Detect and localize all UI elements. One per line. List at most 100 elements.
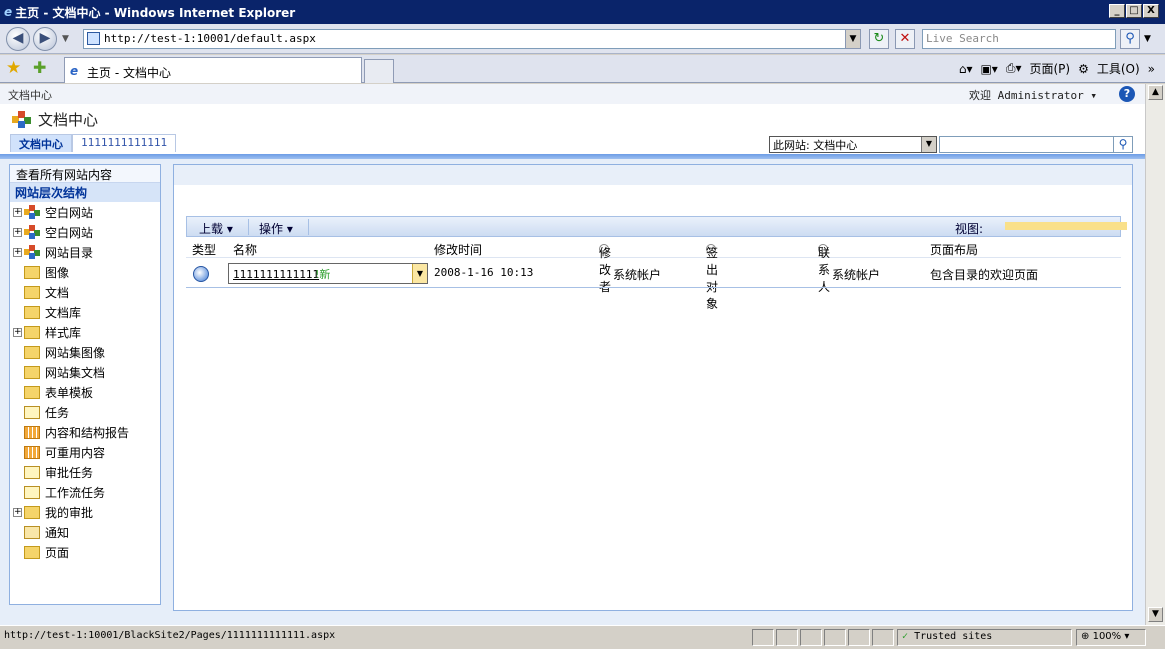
print-icon[interactable]: ⎙▾: [1006, 61, 1022, 76]
expand-icon[interactable]: +: [13, 208, 22, 217]
refresh-button[interactable]: ↻: [869, 29, 889, 49]
nav-item[interactable]: 任务: [10, 402, 160, 422]
welcome-menu[interactable]: 欢迎 Administrator ▾: [969, 87, 1097, 103]
nav-item-label: 工作流任务: [45, 485, 106, 500]
nav-item-label: 页面: [45, 545, 70, 560]
view-selector[interactable]: [1005, 222, 1127, 230]
nav-item[interactable]: 页面: [10, 542, 160, 562]
zoom-control[interactable]: ⊕ 100% ▾: [1076, 629, 1146, 646]
back-arrow-icon: ◀: [12, 30, 24, 46]
item-name-menu[interactable]: 1111111111111 !新 ▼: [228, 263, 428, 284]
nav-item[interactable]: + 空白网站: [10, 222, 160, 242]
zoom-icon: ⊕: [1081, 631, 1090, 642]
maximize-button[interactable]: □: [1126, 4, 1142, 18]
expand-icon[interactable]: +: [13, 508, 22, 517]
address-dropdown-button[interactable]: ▼: [845, 29, 861, 49]
page-menu[interactable]: 页面(P): [1029, 60, 1070, 77]
favorites-star-icon[interactable]: ★: [6, 58, 21, 78]
site-search-input[interactable]: [939, 136, 1115, 153]
nav-item[interactable]: 可重用内容: [10, 442, 160, 462]
nav-item-label: 表单模板: [45, 385, 94, 400]
nav-item-label: 我的审批: [45, 505, 94, 520]
back-button[interactable]: ◀: [6, 27, 30, 51]
window-title: 主页 - 文档中心 - Windows Internet Explorer: [15, 5, 296, 20]
vertical-scrollbar[interactable]: ▲ ▼: [1145, 84, 1165, 625]
history-dropdown-icon[interactable]: ▼: [62, 34, 69, 44]
nav-item[interactable]: 内容和结构报告: [10, 422, 160, 442]
home-icon[interactable]: ⌂▾: [959, 62, 973, 76]
nav-item[interactable]: 网站集图像: [10, 342, 160, 362]
nav-item-label: 空白网站: [45, 225, 94, 240]
status-pane: [848, 629, 870, 646]
nav-item-label: 空白网站: [45, 205, 94, 220]
nav-item[interactable]: 工作流任务: [10, 482, 160, 502]
tools-menu[interactable]: 工具(O): [1097, 60, 1140, 77]
site-hierarchy-heading: 网站层次结构: [10, 183, 160, 202]
minimize-button[interactable]: _: [1109, 4, 1125, 18]
view-all-site-content-link[interactable]: 查看所有网站内容: [10, 165, 160, 183]
security-zone[interactable]: ✓ Trusted sites: [897, 629, 1072, 646]
status-pane: [824, 629, 846, 646]
nav-item[interactable]: 图像: [10, 262, 160, 282]
expand-icon[interactable]: +: [13, 228, 22, 237]
nav-item[interactable]: + 空白网站: [10, 202, 160, 222]
nav-item-label: 图像: [45, 265, 70, 280]
more-commands-icon[interactable]: »: [1148, 62, 1155, 76]
site-title[interactable]: 文档中心: [38, 109, 98, 130]
nav-item[interactable]: 表单模板: [10, 382, 160, 402]
scroll-down-button[interactable]: ▼: [1148, 607, 1163, 622]
add-favorite-icon[interactable]: ✚: [33, 58, 46, 77]
site-title-block: 文档中心: [12, 109, 98, 130]
expand-icon[interactable]: +: [13, 328, 22, 337]
nav-item[interactable]: + 样式库: [10, 322, 160, 342]
item-contact[interactable]: 系统帐户: [832, 266, 880, 283]
new-item-badge: !新: [315, 268, 331, 281]
chevron-down-icon[interactable]: ▼: [412, 264, 427, 283]
stop-icon: ✕: [899, 31, 911, 46]
nav-item-label: 网站目录: [45, 245, 94, 260]
breadcrumb[interactable]: 文档中心: [8, 89, 52, 102]
new-tab-button[interactable]: [364, 59, 394, 83]
stop-button[interactable]: ✕: [895, 29, 915, 49]
search-options-icon[interactable]: ▼: [1144, 34, 1151, 44]
nav-item[interactable]: + 网站目录: [10, 242, 160, 262]
browser-tab[interactable]: e 主页 - 文档中心: [64, 57, 362, 83]
nav-item[interactable]: 文档库: [10, 302, 160, 322]
nav-item[interactable]: 审批任务: [10, 462, 160, 482]
help-icon[interactable]: ?: [1119, 86, 1135, 102]
nav-item-label: 任务: [45, 405, 70, 420]
window-titlebar[interactable]: e 主页 - 文档中心 - Windows Internet Explorer …: [0, 0, 1165, 24]
actions-menu[interactable]: 操作 ▾: [259, 220, 293, 237]
tab-document-center[interactable]: 文档中心: [10, 134, 72, 152]
nav-item[interactable]: 文档: [10, 282, 160, 302]
table-row: 1111111111111 !新 ▼ 2008-1-16 10:13 系统帐户 …: [186, 260, 1121, 288]
site-hierarchy-tree: + 空白网站 + 空白网站 + 网站目录图像文档 文档库 + 样式库 网站集图像网站集文档表单模板…: [10, 202, 160, 562]
tab-1111111111111[interactable]: 1111111111111: [72, 134, 177, 152]
forward-button[interactable]: ▶: [33, 27, 57, 51]
nav-item[interactable]: + 我的审批: [10, 502, 160, 522]
column-type[interactable]: 类型: [192, 241, 216, 258]
address-input[interactable]: http://test-1:10001/default.aspx: [83, 29, 861, 49]
expand-icon[interactable]: +: [13, 248, 22, 257]
column-modified[interactable]: 修改时间: [434, 241, 482, 258]
nav-item-label: 网站集文档: [45, 365, 106, 380]
site-search-button[interactable]: ⚲: [1113, 136, 1133, 153]
security-zone-label: Trusted sites: [914, 631, 993, 642]
folder-icon: [24, 505, 40, 519]
nav-item[interactable]: 通知: [10, 522, 160, 542]
search-scope-select[interactable]: 此网站: 文档中心 ▼: [769, 136, 937, 153]
column-name[interactable]: 名称: [233, 241, 257, 258]
column-page-layout[interactable]: 页面布局: [930, 241, 978, 258]
command-bar: ⌂▾ ▣▾ ⎙▾ 页面(P) ⚙ 工具(O) »: [959, 60, 1155, 77]
feeds-icon[interactable]: ▣▾: [980, 62, 997, 76]
notice-icon: [24, 525, 40, 539]
upload-menu[interactable]: 上载 ▾: [199, 220, 233, 237]
item-modified-by[interactable]: 系统帐户: [613, 266, 661, 283]
live-search-input[interactable]: Live Search: [922, 29, 1116, 49]
scroll-up-button[interactable]: ▲: [1148, 85, 1163, 100]
close-window-button[interactable]: X: [1143, 4, 1159, 18]
nav-item-label: 通知: [45, 525, 70, 540]
item-name-link[interactable]: 1111111111111: [233, 268, 319, 281]
live-search-button[interactable]: ⚲: [1120, 29, 1140, 49]
nav-item[interactable]: 网站集文档: [10, 362, 160, 382]
